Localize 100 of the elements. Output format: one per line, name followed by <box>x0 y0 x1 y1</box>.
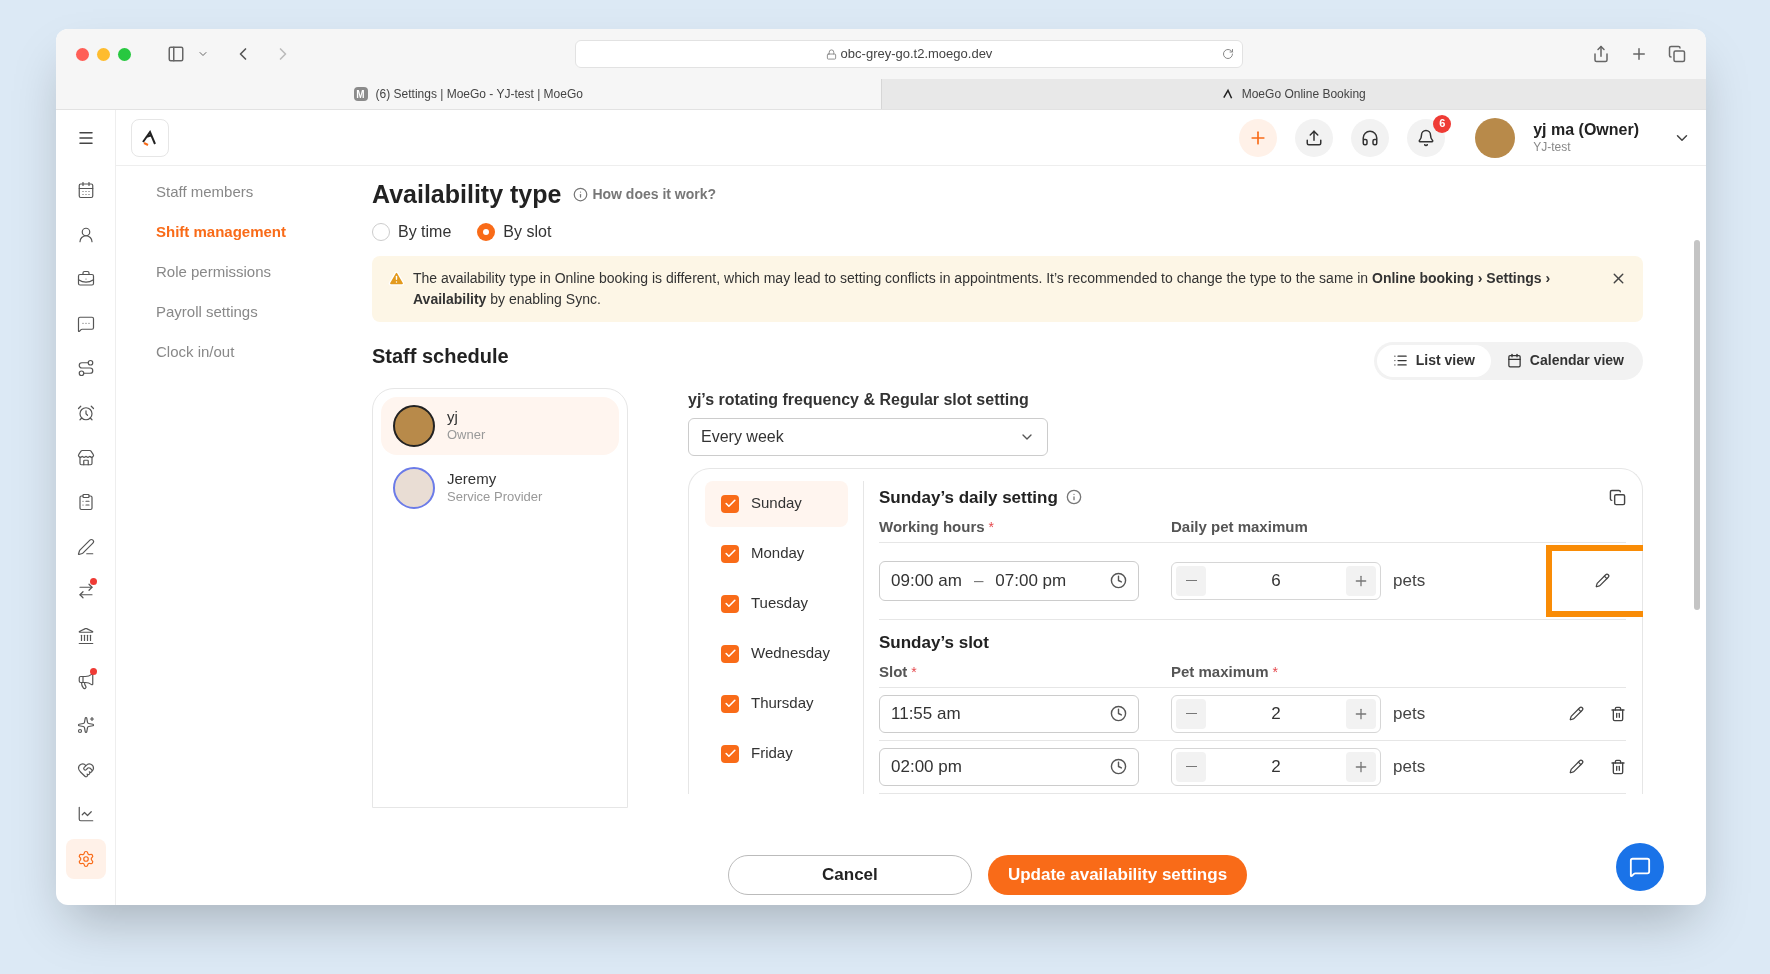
checkbox[interactable] <box>721 494 739 513</box>
check-icon <box>723 697 737 710</box>
subsection-title: Sunday’s daily setting <box>879 486 1058 509</box>
headset-icon <box>1361 128 1380 147</box>
check-icon <box>723 747 737 760</box>
settings-nav-item[interactable]: Staff members <box>156 180 372 205</box>
edit-icon[interactable] <box>1569 706 1584 721</box>
day-item[interactable]: Friday <box>705 730 848 777</box>
number-stepper[interactable]: 6 <box>1171 561 1381 600</box>
slot-time: 11:55 am <box>891 702 961 725</box>
browser-tab[interactable]: M (6) Settings | MoeGo - YJ-test | MoeGo <box>56 79 881 109</box>
view-tab[interactable]: List view <box>1376 344 1491 377</box>
calendar-icon <box>76 181 95 199</box>
slot-time: 02:00 pm <box>891 755 962 778</box>
maximize-window-icon[interactable] <box>118 47 131 61</box>
day-item[interactable]: Wednesday <box>705 630 848 677</box>
sidebar-icon[interactable] <box>167 45 185 63</box>
tabs-overview-icon[interactable] <box>1668 45 1686 63</box>
support-button[interactable] <box>1351 118 1390 157</box>
time-field[interactable]: 02:00 pm <box>879 747 1139 786</box>
add-button[interactable] <box>1239 118 1278 157</box>
plus-button[interactable] <box>1346 565 1376 596</box>
delete-icon[interactable] <box>1610 758 1626 775</box>
staff-item[interactable]: Jeremy Service Provider <box>381 458 619 517</box>
clipboard-icon <box>76 493 95 512</box>
clock-icon <box>1110 572 1127 589</box>
chat-button[interactable] <box>1616 843 1664 891</box>
share-icon[interactable] <box>1592 45 1610 63</box>
day-item[interactable]: Thursday <box>705 680 848 727</box>
required-asterisk: * <box>988 517 994 537</box>
checkbox[interactable] <box>721 694 739 713</box>
sparkles-icon <box>76 716 95 735</box>
settings-nav-item[interactable]: Payroll settings <box>156 300 372 325</box>
help-link[interactable]: How does it work? <box>573 184 717 206</box>
route-icon <box>76 359 95 378</box>
view-tab[interactable]: Calendar view <box>1490 344 1640 377</box>
menu-icon[interactable] <box>76 129 95 147</box>
delete-icon[interactable] <box>1610 705 1626 722</box>
number-stepper[interactable]: 2 <box>1171 747 1381 786</box>
page-title: Availability type <box>372 179 562 210</box>
staff-item[interactable]: yj Owner <box>381 396 619 455</box>
browser-tab[interactable]: MoeGo Online Booking <box>880 79 1706 109</box>
info-icon[interactable] <box>1065 489 1082 506</box>
staff-name: yj <box>447 408 459 427</box>
checkbox[interactable] <box>721 744 739 763</box>
bank-icon <box>76 626 95 645</box>
settings-nav-item[interactable]: Role permissions <box>156 260 372 285</box>
field-label: Pet maximum <box>1171 662 1269 682</box>
edit-icon[interactable] <box>1569 759 1584 774</box>
day-item[interactable]: Tuesday <box>705 580 848 627</box>
tab-title: (6) Settings | MoeGo - YJ-test | MoeGo <box>375 86 583 103</box>
time-field[interactable]: 11:55 am <box>879 694 1139 733</box>
edit-icon[interactable] <box>1594 573 1610 588</box>
alarm-clock-icon <box>76 403 95 422</box>
number-stepper[interactable]: 2 <box>1171 694 1381 733</box>
checkbox[interactable] <box>721 544 739 563</box>
chat-icon <box>1629 856 1651 878</box>
upload-button[interactable] <box>1295 118 1334 157</box>
bell-icon <box>1417 128 1436 147</box>
check-icon <box>723 647 737 660</box>
checkbox[interactable] <box>721 644 739 663</box>
plus-button[interactable] <box>1346 751 1376 782</box>
notifications-button[interactable] <box>1407 118 1446 157</box>
section-title: Staff schedule <box>372 343 509 369</box>
list-icon <box>1392 353 1408 368</box>
settings-nav-item[interactable]: Clock in/out <box>156 340 372 365</box>
close-window-icon[interactable] <box>76 47 89 61</box>
staff-role: Service Provider <box>447 488 543 505</box>
number-value: 2 <box>1270 702 1282 725</box>
info-icon <box>573 187 589 203</box>
app-logo[interactable] <box>131 118 169 157</box>
new-tab-icon[interactable] <box>1630 45 1648 63</box>
field-label: Daily pet maximum <box>1171 517 1308 537</box>
user-name: yj ma (Owner) <box>1533 120 1639 140</box>
day-label: Monday <box>751 543 805 564</box>
day-item[interactable]: Sunday <box>705 480 848 527</box>
copy-icon[interactable] <box>1609 488 1626 506</box>
time-range-field[interactable]: 09:00 am – 07:00 pm <box>879 560 1139 601</box>
staff-avatar <box>393 404 435 447</box>
required-asterisk: * <box>911 662 917 682</box>
number-value: 6 <box>1270 569 1282 592</box>
staff-name: Jeremy <box>447 470 498 489</box>
day-item[interactable]: Monday <box>705 530 848 577</box>
range-separator: – <box>973 569 984 592</box>
checkbox[interactable] <box>721 594 739 613</box>
address-bar[interactable]: obc-grey-go.t2.moego.dev <box>575 40 1243 68</box>
avatar[interactable] <box>1475 117 1516 158</box>
lock-icon <box>825 48 837 60</box>
frequency-dropdown[interactable]: Every week <box>688 417 1048 456</box>
radio-label[interactable]: By time <box>398 219 452 244</box>
day-label: Sunday <box>751 493 802 514</box>
scrollbar[interactable] <box>1694 240 1700 610</box>
warning-icon <box>388 269 405 287</box>
radio-button[interactable] <box>477 222 496 241</box>
required-asterisk: * <box>1272 662 1278 682</box>
plus-button[interactable] <box>1346 698 1376 729</box>
reload-icon[interactable] <box>1222 48 1234 60</box>
tab-favicon: M <box>353 87 368 101</box>
unit-label: pets <box>1393 755 1426 778</box>
radio-label[interactable]: By slot <box>503 219 552 244</box>
